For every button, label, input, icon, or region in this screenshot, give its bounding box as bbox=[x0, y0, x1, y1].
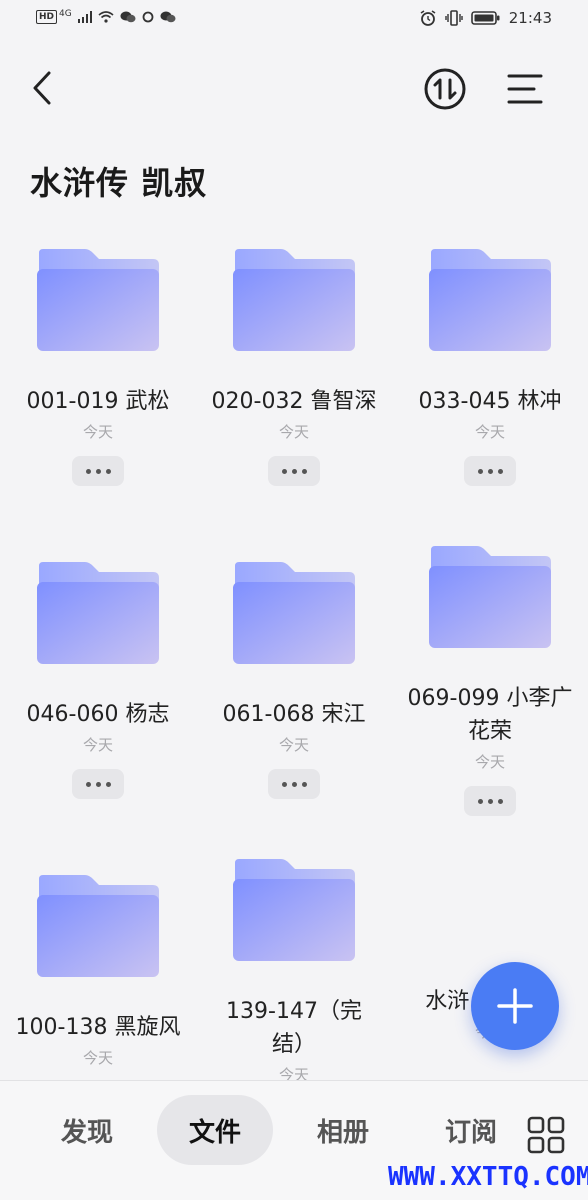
plus-icon bbox=[497, 988, 533, 1024]
item-date: 今天 bbox=[82, 1049, 113, 1067]
page-title: 水浒传 凯叔 bbox=[30, 164, 208, 202]
clock: 21:43 bbox=[508, 9, 552, 27]
apps-grid-button[interactable] bbox=[526, 1115, 566, 1155]
item-name: 069-099 小李广花荣 bbox=[407, 686, 573, 744]
item-name: 033-045 林冲 bbox=[418, 389, 562, 414]
alarm-icon bbox=[420, 10, 436, 26]
folder-tile[interactable]: 020-032 鲁智深 今天 bbox=[196, 245, 392, 486]
folder-tile[interactable]: 069-099 小李广花荣 今天 bbox=[392, 542, 588, 816]
item-name: 001-019 武松 bbox=[26, 389, 170, 414]
tab-label: 订阅 bbox=[444, 1117, 497, 1148]
tab-label: 文件 bbox=[188, 1117, 241, 1148]
item-date: 今天 bbox=[474, 423, 505, 441]
signal-icon bbox=[77, 11, 92, 23]
folder-icon bbox=[229, 245, 359, 355]
item-date: 今天 bbox=[278, 736, 309, 754]
folder-icon bbox=[425, 542, 555, 652]
tab-discover[interactable]: 发现 bbox=[40, 1095, 134, 1165]
folder-tile[interactable]: 046-060 杨志 今天 bbox=[0, 558, 196, 799]
more-options-button[interactable] bbox=[72, 456, 124, 486]
status-left: HD 4G bbox=[36, 9, 176, 24]
item-date: 今天 bbox=[474, 753, 505, 771]
status-right: 21:43 bbox=[419, 9, 552, 27]
battery-icon bbox=[470, 11, 500, 25]
item-name: 061-068 宋江 bbox=[222, 702, 366, 727]
menu-icon bbox=[507, 74, 543, 104]
more-options-button[interactable] bbox=[464, 456, 516, 486]
hd-badge: HD bbox=[36, 10, 58, 24]
tab-album[interactable]: 相册 bbox=[296, 1095, 390, 1165]
tab-files[interactable]: 文件 bbox=[157, 1095, 273, 1165]
back-button[interactable] bbox=[22, 64, 62, 112]
more-options-button[interactable] bbox=[72, 769, 124, 799]
wechat-icon bbox=[160, 11, 176, 23]
item-date: 今天 bbox=[82, 423, 113, 441]
network-label: 4G bbox=[59, 9, 72, 19]
tab-subscribe[interactable]: 订阅 bbox=[424, 1095, 518, 1165]
item-name: 139-147（完结） bbox=[226, 999, 362, 1057]
folder-icon bbox=[425, 245, 555, 355]
folder-tile[interactable]: 001-019 武松 今天 bbox=[0, 245, 196, 486]
wifi-icon bbox=[98, 11, 114, 23]
grid-icon bbox=[527, 1116, 565, 1154]
chevron-left-icon bbox=[33, 71, 51, 105]
item-name: 046-060 杨志 bbox=[26, 702, 170, 727]
folder-icon bbox=[229, 855, 359, 965]
folder-icon bbox=[33, 558, 163, 668]
item-name: 100-138 黑旋风 bbox=[15, 1015, 181, 1040]
folder-tile[interactable]: 033-045 林冲 今天 bbox=[392, 245, 588, 486]
tab-label: 相册 bbox=[316, 1117, 369, 1148]
chat-app-icon bbox=[120, 11, 136, 23]
folder-tile[interactable]: 061-068 宋江 今天 bbox=[196, 558, 392, 799]
vibrate-icon bbox=[445, 10, 463, 26]
top-app-bar bbox=[0, 50, 588, 130]
watermark: WWW.XXTTQ.COM bbox=[388, 1162, 588, 1192]
folder-icon bbox=[33, 245, 163, 355]
tab-label: 发现 bbox=[60, 1117, 113, 1148]
folder-tile[interactable]: 139-147（完结） 今天 bbox=[196, 855, 392, 1085]
folder-tile[interactable]: 100-138 黑旋风 今天 bbox=[0, 871, 196, 1068]
file-browser-screen: HD 4G 21:43 水浒传 凯叔 001-019 武松 今天 020-032… bbox=[0, 0, 588, 1200]
more-options-button[interactable] bbox=[464, 786, 516, 816]
folder-icon bbox=[229, 558, 359, 668]
sort-button[interactable] bbox=[422, 66, 468, 112]
item-date: 今天 bbox=[82, 736, 113, 754]
menu-button[interactable] bbox=[504, 68, 546, 110]
status-bar: HD 4G 21:43 bbox=[0, 0, 588, 36]
item-date: 今天 bbox=[278, 423, 309, 441]
item-name: 020-032 鲁智深 bbox=[211, 389, 377, 414]
folder-icon bbox=[33, 871, 163, 981]
add-button[interactable] bbox=[471, 962, 559, 1050]
more-options-button[interactable] bbox=[268, 456, 320, 486]
sort-icon bbox=[424, 68, 466, 110]
sync-icon bbox=[142, 11, 154, 23]
more-options-button[interactable] bbox=[268, 769, 320, 799]
